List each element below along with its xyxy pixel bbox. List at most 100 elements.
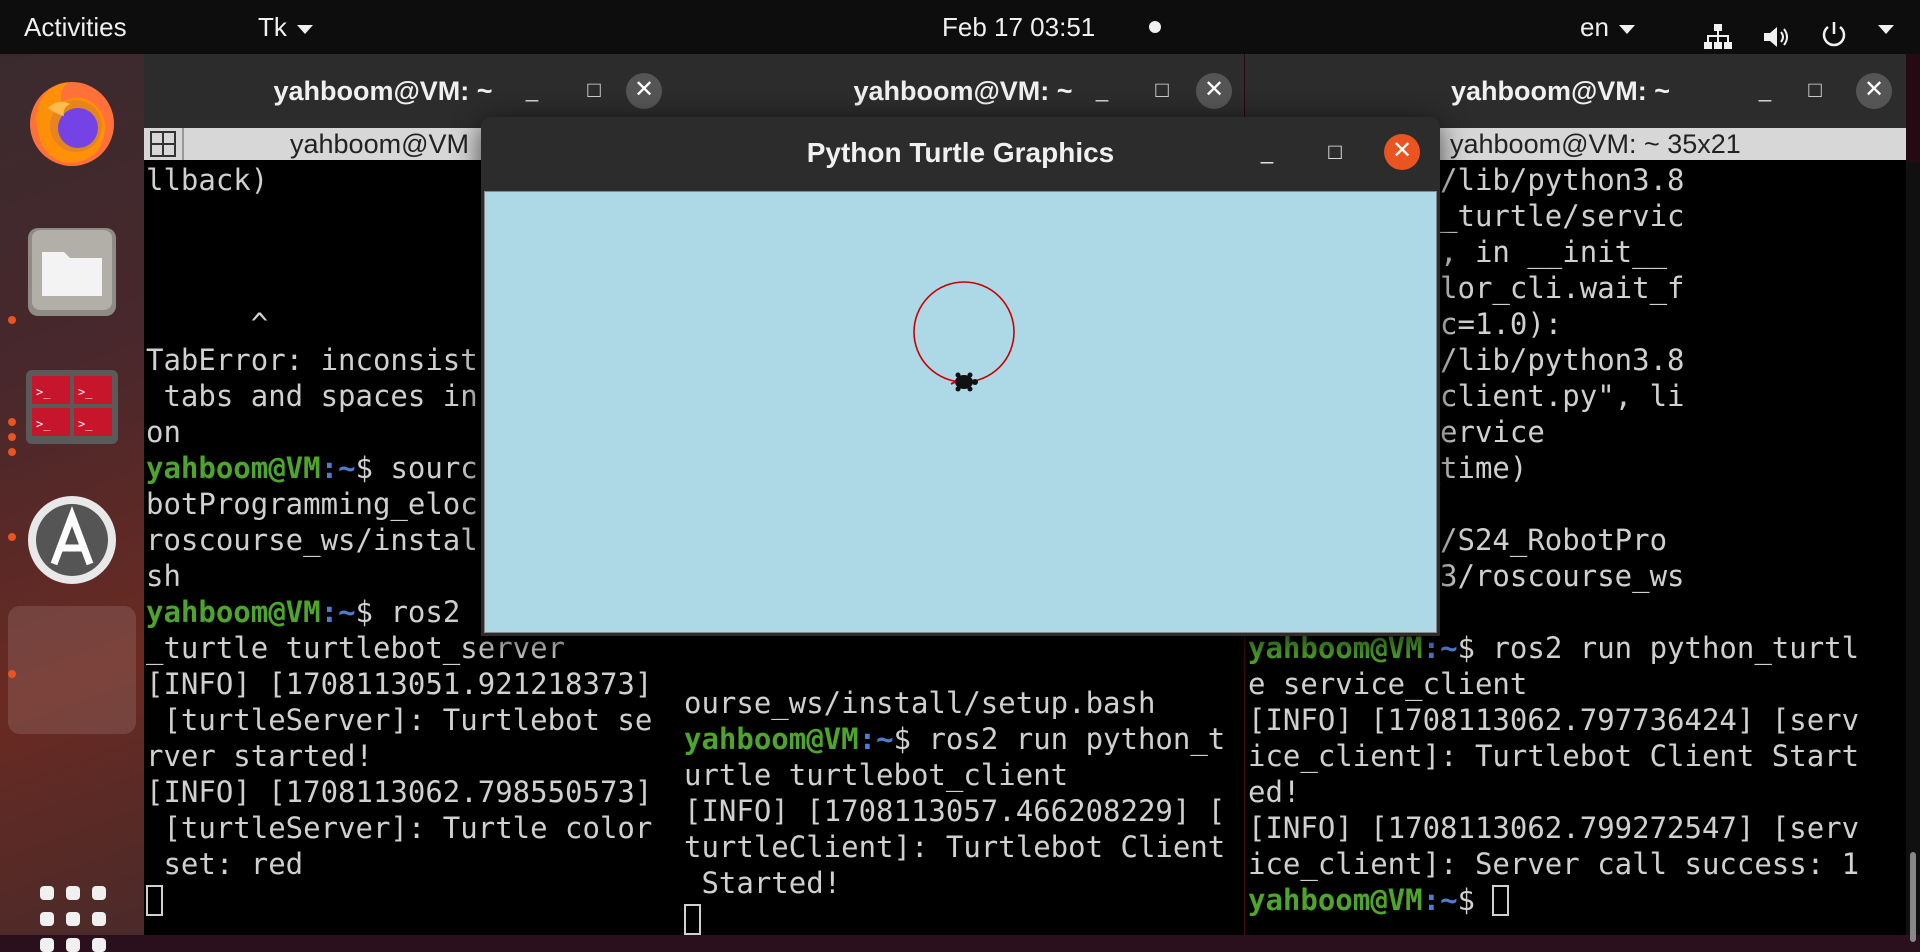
terminal-line: [684, 901, 1244, 935]
terminal-cursor: [1492, 885, 1510, 916]
terminal-tab-label[interactable]: yahboom@VM: [290, 128, 469, 160]
line-text: botProgramming_eloc: [146, 487, 478, 521]
line-text: $ sourc: [355, 451, 478, 485]
terminal-line: ice_client]: Server call success: 1: [1248, 846, 1906, 882]
svg-text:>_: >_: [78, 385, 93, 399]
terminal-line: [turtleServer]: Turtle color: [146, 810, 682, 846]
prompt-path: :~: [1422, 883, 1458, 917]
terminal-line: [INFO] [1708113062.797736424] [serv: [1248, 702, 1906, 738]
prompt-path: :~: [320, 595, 356, 629]
line-text: e service_client: [1248, 667, 1528, 701]
files-icon[interactable]: [18, 218, 126, 326]
terminal-line: rver started!: [146, 738, 682, 774]
software-icon[interactable]: [18, 486, 126, 594]
terminal-line: ed!: [1248, 774, 1906, 810]
running-indicator: [8, 316, 16, 324]
system-menu-chevron-icon[interactable]: [1868, 0, 1894, 54]
terminal-line: [INFO] [1708113051.921218373]: [146, 666, 682, 702]
dock-selected-slot[interactable]: [8, 606, 136, 734]
line-text: ed!: [1248, 775, 1301, 809]
line-text: ice_client]: Server call success: 1: [1248, 847, 1860, 881]
chevron-down-icon: [1878, 24, 1894, 34]
line-text: [INFO] [1708113051.921218373]: [146, 667, 653, 701]
divider: [182, 128, 184, 160]
terminal-icon[interactable]: >_ >_ >_ >_: [18, 352, 126, 460]
close-button[interactable]: ✕: [1196, 73, 1232, 109]
minimize-button[interactable]: _: [1249, 135, 1285, 171]
maximize-button[interactable]: □: [1797, 73, 1833, 109]
clock[interactable]: Feb 17 03:51: [942, 0, 1095, 54]
maximize-button[interactable]: □: [1144, 73, 1180, 109]
minimize-button[interactable]: _: [514, 73, 550, 109]
prompt-user: yahboom@VM: [1248, 883, 1423, 917]
line-text: [INFO] [1708113057.466208229] [: [684, 794, 1226, 828]
window-title: Python Turtle Graphics: [806, 137, 1115, 168]
terminal-line: ice_client]: Turtlebot Client Start: [1248, 738, 1906, 774]
line-text: turtleClient]: Turtlebot Client: [684, 830, 1226, 864]
terminal-line: [INFO] [1708113057.466208229] [: [684, 793, 1244, 829]
running-indicator: [8, 670, 16, 678]
line-text: ourse_ws/install/setup.bash: [684, 686, 1156, 720]
power-icon[interactable]: [1820, 12, 1848, 47]
svg-text:>_: >_: [78, 417, 93, 431]
line-text: urtle turtlebot_client: [684, 758, 1069, 792]
line-text: Started!: [684, 866, 842, 900]
line-text: rver started!: [146, 739, 373, 773]
top-bar: Activities Tk Feb 17 03:51 en: [0, 0, 1920, 54]
terminal-cursor: [146, 885, 163, 916]
prompt-path: :~: [1422, 631, 1458, 665]
network-icon[interactable]: [1704, 14, 1732, 49]
scrollbar-thumb[interactable]: [1910, 852, 1916, 942]
line-text: [turtleServer]: Turtlebot se: [146, 703, 653, 737]
line-text: sh: [146, 559, 181, 593]
turtle-canvas[interactable]: [484, 191, 1437, 633]
language-menu[interactable]: en: [1580, 0, 1635, 54]
notification-dot-icon: [1149, 21, 1161, 33]
close-button[interactable]: ✕: [1384, 134, 1420, 170]
minimize-button[interactable]: _: [1747, 73, 1783, 109]
running-indicator: [8, 418, 16, 426]
line-text: [INFO] [1708113062.799272547] [serv: [1248, 811, 1860, 845]
line-text: $ ros2 run python_t: [893, 722, 1226, 756]
close-button[interactable]: ✕: [626, 73, 662, 109]
terminal-line: turtleClient]: Turtlebot Client: [684, 829, 1244, 865]
terminal-line: e service_client: [1248, 666, 1906, 702]
layout-icon[interactable]: [150, 131, 176, 157]
firefox-icon[interactable]: [18, 68, 126, 176]
line-text: $ ros2 run python_turtl: [1457, 631, 1860, 665]
terminal-line: set: red: [146, 846, 682, 882]
prompt-path: :~: [858, 722, 894, 756]
line-text: llback): [146, 163, 269, 197]
prompt-path: :~: [320, 451, 356, 485]
running-indicator: [8, 533, 16, 541]
line-text: TabError: inconsist: [146, 343, 478, 377]
maximize-button[interactable]: □: [1317, 135, 1353, 171]
show-apps-icon[interactable]: [40, 886, 106, 952]
terminal-output[interactable]: ourse_ws/install/setup.bash yahboom@VM:~$…: [684, 685, 1244, 935]
line-text: set: red: [146, 847, 304, 881]
terminal-tab-label[interactable]: yahboom@VM: ~ 35x21: [1450, 128, 1741, 160]
prompt-user: yahboom@VM: [146, 451, 321, 485]
prompt-user: yahboom@VM: [684, 722, 859, 756]
svg-text:>_: >_: [36, 385, 51, 399]
terminal-line: yahboom@VM:~$ ros2 run python_t: [684, 721, 1244, 757]
terminal-line: Started!: [684, 865, 1244, 901]
line-text: ^: [146, 307, 269, 341]
terminal-line: [INFO] [1708113062.799272547] [serv: [1248, 810, 1906, 846]
close-button[interactable]: ✕: [1856, 73, 1892, 109]
maximize-button[interactable]: □: [576, 73, 612, 109]
volume-icon[interactable]: [1762, 14, 1792, 47]
line-text: roscourse_ws/instal: [146, 523, 478, 557]
turtle-graphics-window[interactable]: Python Turtle Graphics _ □ ✕: [481, 117, 1440, 636]
terminal-scrollbar[interactable]: [1906, 162, 1920, 942]
app-menu-label: Tk: [258, 12, 287, 42]
minimize-button[interactable]: _: [1084, 73, 1120, 109]
running-indicator: [8, 433, 16, 441]
terminal-cursor: [684, 904, 701, 935]
app-menu[interactable]: Tk: [258, 0, 313, 54]
turtle-icon: [950, 372, 978, 392]
running-indicator: [8, 448, 16, 456]
line-text: ice_client]: Turtlebot Client Start: [1248, 739, 1860, 773]
activities-button[interactable]: Activities: [24, 0, 127, 54]
line-text: [INFO] [1708113062.798550573]: [146, 775, 653, 809]
